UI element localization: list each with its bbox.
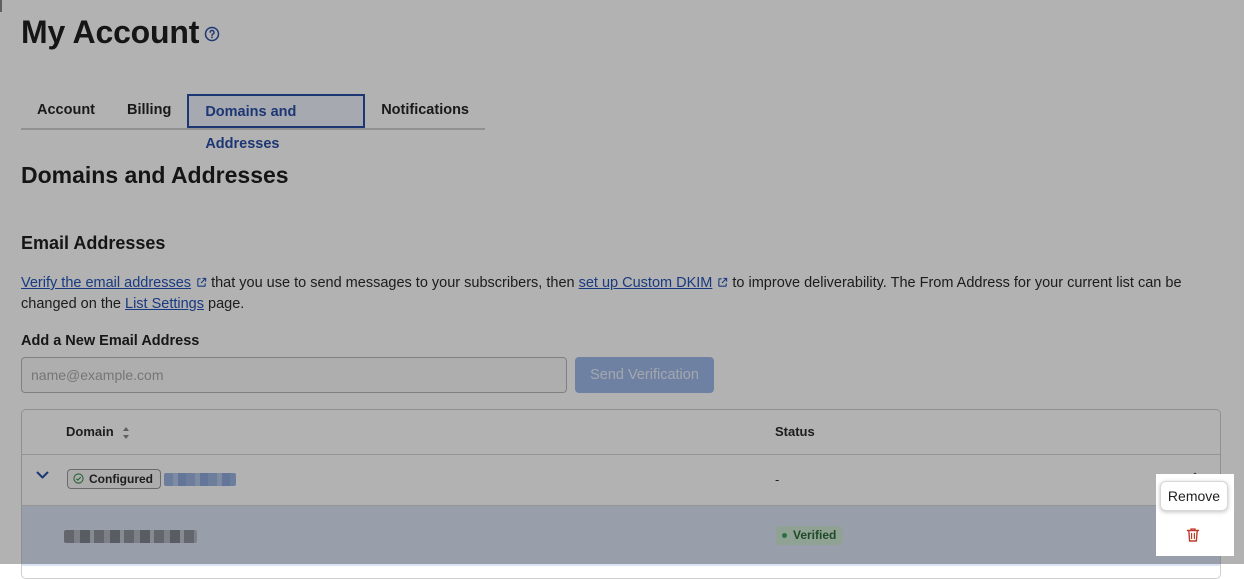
trash-icon[interactable] — [1186, 527, 1200, 543]
modal-backdrop[interactable] — [0, 0, 1244, 564]
page: My Account Account Billing Domains and A… — [0, 0, 1244, 579]
remove-menu-item[interactable]: Remove — [1160, 481, 1228, 511]
